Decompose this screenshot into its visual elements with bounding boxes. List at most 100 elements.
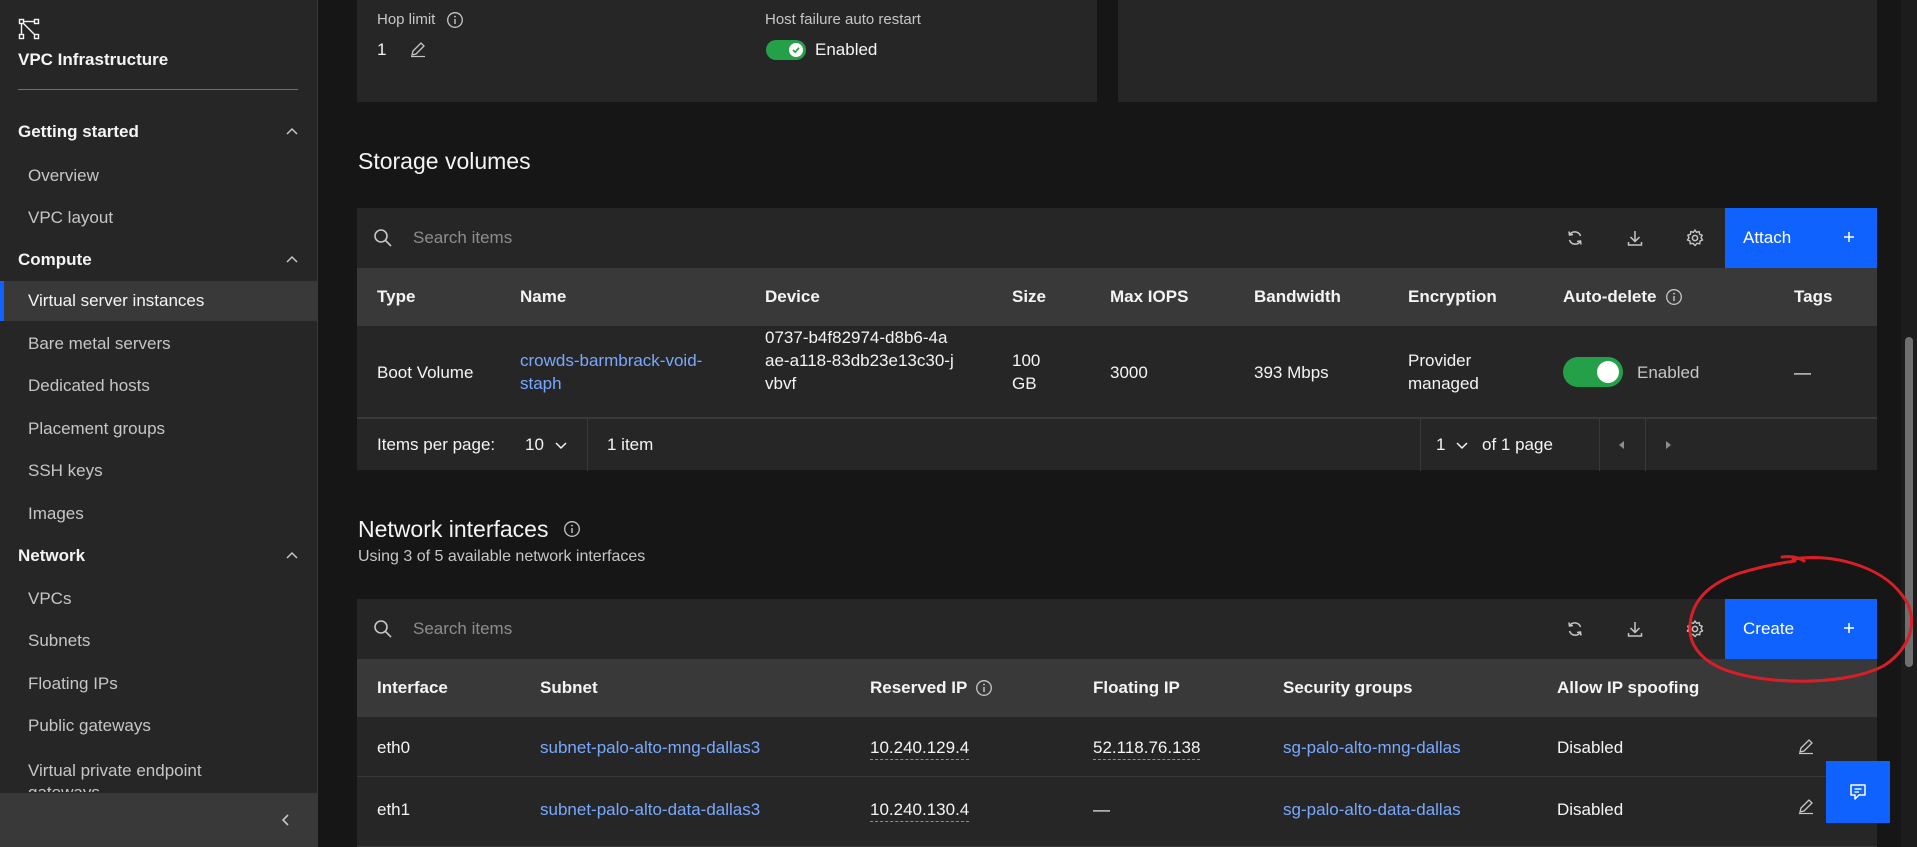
cell-reserved-ip[interactable]: 10.240.129.4	[870, 736, 970, 760]
chevron-left-icon[interactable]	[276, 810, 296, 830]
edit-icon[interactable]	[409, 40, 427, 58]
sidebar-item-virtual-private-endpoint-gateways[interactable]: Virtual private endpoint gateways	[0, 752, 250, 792]
attach-button[interactable]: Attach	[1725, 208, 1877, 268]
items-per-page-select[interactable]: 10	[525, 419, 568, 471]
checkmark-icon	[792, 47, 800, 54]
sidebar-item-floating-ips[interactable]: Floating IPs	[0, 664, 318, 704]
chat-icon	[1850, 784, 1866, 800]
pagination-divider	[587, 419, 588, 471]
column-header-size: Size	[1012, 287, 1047, 306]
add-icon	[1844, 623, 1854, 633]
info-icon[interactable]	[446, 11, 464, 29]
column-header-max-iops: Max IOPS	[1110, 287, 1189, 306]
cell-device: 0737-b4f82974-d8b6-4aae-a118-83db23e13c3…	[765, 328, 954, 393]
sidebar-section-network[interactable]: Network	[0, 539, 318, 573]
search-icon	[374, 229, 392, 247]
network-search-input[interactable]	[413, 599, 1113, 659]
sidebar-item-subnets[interactable]: Subnets	[0, 621, 318, 661]
cell-allow-ip-spoofing: Disabled	[1557, 800, 1624, 819]
page-select[interactable]: 1	[1436, 419, 1469, 471]
settings-icon	[1686, 620, 1704, 638]
previous-page-button[interactable]	[1599, 419, 1645, 471]
sidebar-title: VPC Infrastructure	[18, 50, 169, 69]
edit-icon[interactable]	[1797, 737, 1815, 755]
sidebar-item-dedicated-hosts[interactable]: Dedicated hosts	[0, 366, 318, 406]
sidebar-item-vpcs[interactable]: VPCs	[0, 579, 318, 619]
storage-settings-button[interactable]	[1665, 208, 1725, 268]
add-icon	[1844, 232, 1854, 242]
sidebar-section-compute[interactable]: Compute	[0, 243, 318, 277]
sidebar-item-vpc-layout[interactable]: VPC layout	[0, 198, 318, 238]
network-settings-button[interactable]	[1665, 599, 1725, 659]
chat-button[interactable]	[1826, 761, 1890, 823]
sidebar-section-getting-started[interactable]: Getting started	[0, 115, 318, 149]
sidebar-item-placement-groups[interactable]: Placement groups	[0, 409, 318, 449]
storage-refresh-button[interactable]	[1545, 208, 1605, 268]
auto-restart-value: Enabled	[815, 40, 878, 59]
cell-volume-name-link[interactable]: crowds-barmbrack-void-staph	[520, 349, 725, 395]
items-per-page-label: Items per page:	[377, 435, 496, 454]
column-header-floating-ip: Floating IP	[1093, 678, 1180, 697]
sidebar-item-bare-metal-servers[interactable]: Bare metal servers	[0, 324, 318, 364]
table-row: eth1 subnet-palo-alto-data-dallas3 10.24…	[357, 777, 1877, 847]
storage-download-button[interactable]	[1605, 208, 1665, 268]
next-page-button[interactable]	[1645, 419, 1691, 471]
network-interfaces-title: Network interfaces	[358, 516, 581, 543]
page-value: 1	[1436, 435, 1446, 454]
column-header-type: Type	[377, 287, 416, 306]
sidebar-item-public-gateways[interactable]: Public gateways	[0, 706, 318, 746]
scrollbar-thumb[interactable]	[1905, 337, 1913, 667]
network-interfaces-subtitle: Using 3 of 5 available network interface…	[358, 548, 646, 565]
cell-subnet-link[interactable]: subnet-palo-alto-data-dallas3	[540, 798, 760, 821]
auto-delete-toggle[interactable]	[1563, 357, 1623, 387]
cell-allow-ip-spoofing: Disabled	[1557, 738, 1624, 757]
storage-toolbar: Attach	[357, 208, 1877, 268]
cell-floating-ip: —	[1093, 800, 1110, 819]
chevron-up-icon	[286, 127, 298, 135]
info-icon[interactable]	[1665, 288, 1683, 306]
items-per-page-value: 10	[525, 435, 544, 454]
column-header-allow-ip-spoofing: Allow IP spoofing	[1557, 678, 1700, 697]
sidebar-section-label: Network	[18, 546, 86, 565]
page-scrollbar[interactable]	[1901, 0, 1917, 847]
cell-auto-delete-status: Enabled	[1637, 363, 1700, 382]
cell-floating-ip[interactable]: 52.118.76.138	[1093, 736, 1201, 760]
cell-max-iops: 3000	[1110, 363, 1148, 382]
item-count: 1 item	[607, 435, 654, 454]
network-interfaces-title-text: Network interfaces	[358, 516, 549, 542]
cell-reserved-ip[interactable]: 10.240.130.4	[870, 798, 970, 822]
download-icon	[1627, 231, 1643, 246]
cell-type: Boot Volume	[377, 363, 474, 382]
pagination-divider	[1420, 419, 1421, 471]
refresh-icon	[1568, 231, 1582, 245]
hop-limit-label: Hop limit	[377, 11, 464, 29]
search-icon	[374, 620, 392, 638]
cell-subnet-link[interactable]: subnet-palo-alto-mng-dallas3	[540, 736, 760, 759]
toggle-knob	[1597, 361, 1619, 383]
edit-icon[interactable]	[1797, 797, 1815, 815]
column-header-auto-delete: Auto-delete	[1563, 268, 1683, 326]
cell-interface: eth0	[377, 738, 411, 757]
cell-security-group-link[interactable]: sg-palo-alto-mng-dallas	[1283, 736, 1461, 759]
sidebar-item-images[interactable]: Images	[0, 494, 318, 534]
storage-search-input[interactable]	[413, 208, 1113, 268]
main-content: Hop limit 1 Host failure auto restart En…	[319, 0, 1917, 847]
network-download-button[interactable]	[1605, 599, 1665, 659]
hop-limit-value: 1	[377, 40, 387, 59]
auto-restart-label: Host failure auto restart	[765, 11, 921, 28]
cell-security-group-link[interactable]: sg-palo-alto-data-dallas	[1283, 798, 1461, 821]
sidebar-divider	[18, 89, 298, 90]
sidebar-item-ssh-keys[interactable]: SSH keys	[0, 451, 318, 491]
storage-table-header: Type Name Device Size Max IOPS Bandwidth…	[357, 268, 1877, 326]
column-header-subnet: Subnet	[540, 678, 598, 697]
info-icon[interactable]	[563, 520, 581, 538]
sidebar-item-overview[interactable]: Overview	[0, 156, 318, 196]
sidebar-section-label: Getting started	[18, 122, 139, 141]
network-refresh-button[interactable]	[1545, 599, 1605, 659]
cell-interface: eth1	[377, 800, 411, 819]
info-icon[interactable]	[975, 679, 993, 697]
column-header-name: Name	[520, 287, 567, 306]
create-button[interactable]: Create	[1725, 599, 1877, 659]
auto-restart-toggle[interactable]	[766, 40, 806, 60]
sidebar-item-virtual-server-instances[interactable]: Virtual server instances	[0, 281, 318, 321]
